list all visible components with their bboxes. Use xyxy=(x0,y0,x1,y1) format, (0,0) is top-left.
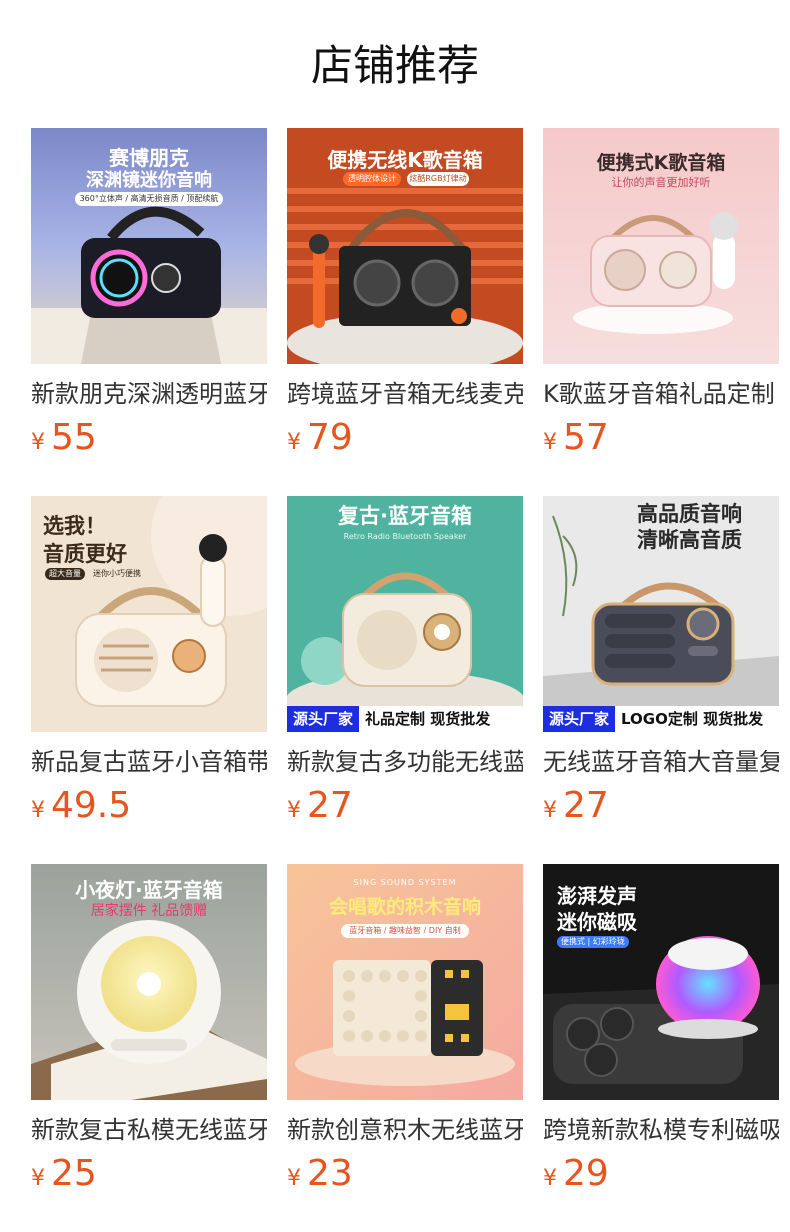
image-caption: 清晰高音质 xyxy=(637,528,742,552)
promo-banner: 源头厂家 礼品定制 现货批发 xyxy=(287,706,523,732)
product-image[interactable]: 选我！ 音质更好 超大音量 迷你小巧便携 xyxy=(31,496,267,732)
product-name[interactable]: 新款创意积木无线蓝牙音箱 xyxy=(287,1112,523,1148)
product-image[interactable]: SING SOUND SYSTEM 会唱歌的积木音响 蓝牙音箱 / 趣味益智 /… xyxy=(287,864,523,1100)
product-name[interactable]: 新款复古多功能无线蓝牙音箱 xyxy=(287,744,523,780)
product-price: ¥27 xyxy=(287,784,353,828)
currency-symbol: ¥ xyxy=(543,430,557,455)
product-card[interactable]: 复古·蓝牙音箱 Retro Radio Bluetooth Speaker 源头… xyxy=(287,496,523,836)
product-price: ¥49.5 xyxy=(31,784,131,828)
product-card[interactable]: 选我！ 音质更好 超大音量 迷你小巧便携 新品复古蓝牙小音箱带麦 ¥49.5 xyxy=(31,496,267,836)
image-caption: 深渊镜迷你音响 xyxy=(86,170,212,191)
product-price: ¥79 xyxy=(287,416,353,460)
currency-symbol: ¥ xyxy=(287,430,301,455)
product-image[interactable]: 复古·蓝牙音箱 Retro Radio Bluetooth Speaker 源头… xyxy=(287,496,523,732)
product-name[interactable]: K歌蓝牙音箱礼品定制 xyxy=(543,376,779,412)
image-caption: 迷你磁吸 xyxy=(557,910,637,934)
currency-symbol: ¥ xyxy=(287,798,301,823)
currency-symbol: ¥ xyxy=(543,798,557,823)
image-caption: 音质更好 xyxy=(43,542,127,566)
image-caption: 复古·蓝牙音箱 xyxy=(338,504,472,528)
product-price: ¥25 xyxy=(31,1152,97,1196)
product-price: ¥29 xyxy=(543,1152,609,1196)
promo-banner: 源头厂家 LOGO定制 现货批发 xyxy=(543,706,779,732)
price-amount: 29 xyxy=(563,1153,609,1194)
banner-service-label: 礼品定制 现货批发 xyxy=(359,706,523,732)
banner-service-label: LOGO定制 现货批发 xyxy=(615,706,779,732)
product-image[interactable]: 澎湃发声 迷你磁吸 便携式 | 幻彩玲珑 xyxy=(543,864,779,1100)
product-price: ¥27 xyxy=(543,784,609,828)
image-caption: 蓝牙音箱 / 趣味益智 / DIY 自制 xyxy=(341,924,469,938)
image-caption: 超大音量 xyxy=(45,568,85,580)
product-card[interactable]: SING SOUND SYSTEM 会唱歌的积木音响 蓝牙音箱 / 趣味益智 /… xyxy=(287,864,523,1204)
product-image[interactable]: 赛博朋克 深渊镜迷你音响 360°立体声 / 高清无损音质 / 顶配续航 xyxy=(31,128,267,364)
image-caption: 澎湃发声 xyxy=(557,884,637,908)
image-caption: 便携式K歌音箱 xyxy=(596,152,726,174)
product-name[interactable]: 新品复古蓝牙小音箱带麦 xyxy=(31,744,267,780)
store-recommend-page: 店铺推荐 赛博朋克 深渊镜迷你音响 360°立体声 / 高清无损音质 / 顶配续… xyxy=(0,0,790,1232)
currency-symbol: ¥ xyxy=(31,1166,45,1191)
image-caption: 透明腔体设计 xyxy=(343,172,401,186)
price-amount: 25 xyxy=(51,1153,97,1194)
product-image[interactable]: 便携无线K歌音箱 透明腔体设计 炫酷RGB灯律动 xyxy=(287,128,523,364)
currency-symbol: ¥ xyxy=(31,798,45,823)
image-caption: 选我！ xyxy=(43,514,106,538)
price-amount: 55 xyxy=(51,417,97,458)
product-name[interactable]: 无线蓝牙音箱大音量复古 xyxy=(543,744,779,780)
image-caption: 炫酷RGB灯律动 xyxy=(407,172,469,186)
image-caption: 迷你小巧便携 xyxy=(93,569,141,578)
product-card[interactable]: 澎湃发声 迷你磁吸 便携式 | 幻彩玲珑 跨境新款私模专利磁吸音箱 ¥29 xyxy=(543,864,779,1204)
currency-symbol: ¥ xyxy=(543,1166,557,1191)
price-amount: 27 xyxy=(563,785,609,826)
banner-source-label: 源头厂家 xyxy=(543,706,616,732)
price-amount: 27 xyxy=(307,785,353,826)
product-name[interactable]: 跨境蓝牙音箱无线麦克风 xyxy=(287,376,523,412)
product-card[interactable]: 便携无线K歌音箱 透明腔体设计 炫酷RGB灯律动 跨境蓝牙音箱无线麦克风 ¥79 xyxy=(287,128,523,468)
image-caption: Retro Radio Bluetooth Speaker xyxy=(343,532,467,541)
price-amount: 57 xyxy=(563,417,609,458)
image-caption: 居家摆件 礼品馈赠 xyxy=(90,903,208,919)
image-caption: 会唱歌的积木音响 xyxy=(328,896,481,918)
product-card[interactable]: 赛博朋克 深渊镜迷你音响 360°立体声 / 高清无损音质 / 顶配续航 新款朋… xyxy=(31,128,267,468)
image-caption: SING SOUND SYSTEM xyxy=(353,878,457,887)
price-amount: 79 xyxy=(307,417,353,458)
price-amount: 23 xyxy=(307,1153,353,1194)
image-caption: 便携式 | 幻彩玲珑 xyxy=(557,936,629,948)
currency-symbol: ¥ xyxy=(287,1166,301,1191)
product-image[interactable]: 高品质音响 清晰高音质 源头厂家 LOGO定制 现货批发 xyxy=(543,496,779,732)
page-title: 店铺推荐 xyxy=(310,41,479,90)
product-card[interactable]: 高品质音响 清晰高音质 源头厂家 LOGO定制 现货批发 无线蓝牙音箱大音量复古… xyxy=(543,496,779,836)
product-card[interactable]: 小夜灯·蓝牙音箱 居家摆件 礼品馈赠 新款复古私模无线蓝牙音箱 ¥25 xyxy=(31,864,267,1204)
product-price: ¥23 xyxy=(287,1152,353,1196)
image-caption: 让你的声音更加好听 xyxy=(611,176,711,189)
product-price: ¥57 xyxy=(543,416,609,460)
price-amount: 49.5 xyxy=(51,785,132,826)
product-image[interactable]: 便携式K歌音箱 让你的声音更加好听 xyxy=(543,128,779,364)
banner-source-label: 源头厂家 xyxy=(287,706,360,732)
product-image[interactable]: 小夜灯·蓝牙音箱 居家摆件 礼品馈赠 xyxy=(31,864,267,1100)
image-caption: 便携无线K歌音箱 xyxy=(327,148,483,172)
product-name[interactable]: 跨境新款私模专利磁吸音箱 xyxy=(543,1112,779,1148)
product-price: ¥55 xyxy=(31,416,97,460)
image-caption: 小夜灯·蓝牙音箱 xyxy=(75,878,223,902)
product-card[interactable]: 便携式K歌音箱 让你的声音更加好听 K歌蓝牙音箱礼品定制 ¥57 xyxy=(543,128,779,468)
product-name[interactable]: 新款复古私模无线蓝牙音箱 xyxy=(31,1112,267,1148)
image-caption: 360°立体声 / 高清无损音质 / 顶配续航 xyxy=(75,192,223,206)
product-name[interactable]: 新款朋克深渊透明蓝牙音箱 xyxy=(31,376,267,412)
currency-symbol: ¥ xyxy=(31,430,45,455)
